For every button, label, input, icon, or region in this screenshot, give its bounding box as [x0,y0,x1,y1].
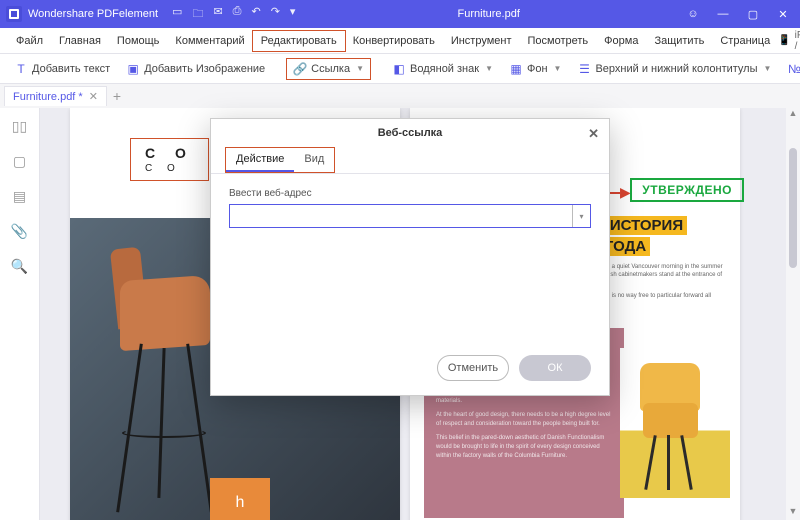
undo-icon[interactable]: ↶ [251,5,260,24]
mail-icon[interactable]: ✉ [213,5,222,24]
chair2-illustration [635,363,710,483]
dialog-tabs: Действие Вид [211,147,609,174]
titlebar: Wondershare PDFelement ▭ 🗀 ✉ ⎙ ↶ ↷ ▾ Fur… [0,0,800,28]
feedback-icon[interactable]: ☺ [682,8,704,20]
scroll-thumb[interactable] [789,148,797,268]
device-selector[interactable]: 📱 iPhone / iPad [778,30,800,52]
menu-form[interactable]: Форма [596,31,646,51]
scroll-down-icon[interactable]: ▼ [786,506,800,520]
header-footer-button[interactable]: ☰Верхний и нижний колонтитулы▼ [571,59,777,79]
link-button[interactable]: 🔗Ссылка▼ [287,59,370,79]
background-button[interactable]: ▦Фон▼ [503,59,567,79]
add-image-button[interactable]: ▣Добавить Изображение [120,59,271,79]
watermark-icon: ◧ [392,62,406,76]
link-icon: 🔗 [293,62,307,76]
bates-button[interactable]: №Номера Бейтса▼ [781,59,800,79]
chevron-down-icon[interactable]: ▾ [290,5,296,24]
app-logo-icon [6,6,22,22]
window-controls: ☺ — ▢ ✕ [682,8,794,21]
menu-tool[interactable]: Инструмент [443,31,520,51]
search-icon[interactable]: 🔍 [11,258,28,275]
attachments-icon[interactable]: 📎 [11,223,28,240]
document-title: Furniture.pdf [295,8,682,20]
chevron-down-icon: ▼ [356,64,364,73]
dialog-title: Веб-ссылка ✕ [211,119,609,147]
brand: Wondershare PDFelement [6,6,158,22]
phone-icon: 📱 [778,35,790,46]
menu-view[interactable]: Посмотреть [520,31,597,51]
url-input[interactable]: ▾ [229,204,591,228]
menu-help[interactable]: Помощь [109,31,168,51]
maximize-button[interactable]: ▢ [742,8,764,21]
url-label: Ввести веб-адрес [229,188,591,199]
menu-convert[interactable]: Конвертировать [345,31,443,51]
print-icon[interactable]: ⎙ [233,5,242,24]
add-text-button[interactable]: TДобавить текст [8,59,116,79]
menu-home[interactable]: Главная [51,31,109,51]
watermark-button[interactable]: ◧Водяной знак▼ [386,59,499,79]
open-icon[interactable]: ▭ [172,5,182,24]
orange-badge: h [210,478,270,520]
cancel-button[interactable]: Отменить [437,355,509,381]
minimize-button[interactable]: — [712,8,734,20]
left-sidebar: ▯▯ ▢ ▤ 📎 🔍 [0,108,40,520]
document-tabs: Furniture.pdf * ✕ + [0,84,800,108]
web-link-dialog: Веб-ссылка ✕ Действие Вид Ввести веб-адр… [210,118,610,396]
scroll-up-icon[interactable]: ▲ [786,108,800,122]
bookmark-icon[interactable]: ▢ [13,153,26,170]
dialog-tab-view[interactable]: Вид [294,148,334,172]
header-footer-icon: ☰ [577,62,591,76]
url-dropdown-icon[interactable]: ▾ [572,205,590,227]
dialog-tab-action[interactable]: Действие [226,148,294,172]
approved-stamp: УТВЕРЖДЕНО [630,178,744,202]
menubar: Файл Главная Помощь Комментарий Редактир… [0,28,800,54]
dialog-buttons: Отменить ОК [437,355,591,381]
ok-button[interactable]: ОК [519,355,591,381]
redo-icon[interactable]: ↷ [271,5,280,24]
tab-furniture[interactable]: Furniture.pdf * ✕ [4,86,107,106]
brand-name: Wondershare PDFelement [28,8,158,20]
background-icon: ▦ [509,62,523,76]
menu-page[interactable]: Страница [712,31,778,51]
logo-box: C O C O [130,138,209,181]
dialog-body: Ввести веб-адрес ▾ [211,174,609,242]
image-icon: ▣ [126,62,140,76]
thumbnails-icon[interactable]: ▯▯ [12,118,27,135]
vertical-scrollbar[interactable]: ▲ ▼ [786,108,800,520]
menu-edit[interactable]: Редактировать [253,31,345,51]
edit-toolbar: TДобавить текст ▣Добавить Изображение 🔗С… [0,54,800,84]
text-icon: T [14,62,28,76]
menu-protect[interactable]: Защитить [646,31,712,51]
menu-file[interactable]: Файл [8,31,51,51]
bates-icon: № [787,62,800,76]
close-button[interactable]: ✕ [772,8,794,21]
tab-add-button[interactable]: + [113,88,121,104]
folder-icon[interactable]: 🗀 [192,5,203,24]
tab-close-icon[interactable]: ✕ [89,90,98,103]
menu-comment[interactable]: Комментарий [167,31,252,51]
quick-actions: ▭ 🗀 ✉ ⎙ ↶ ↷ ▾ [172,5,295,24]
dialog-close-icon[interactable]: ✕ [588,126,599,142]
comments-icon[interactable]: ▤ [13,188,26,205]
